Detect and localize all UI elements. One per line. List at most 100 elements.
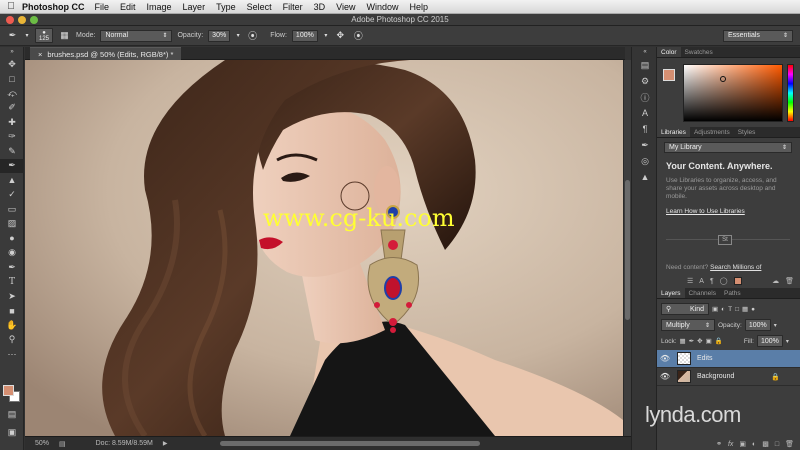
menu-help[interactable]: Help (409, 2, 428, 12)
tab-styles[interactable]: Styles (734, 127, 760, 137)
history-icon[interactable]: ▤ (632, 57, 658, 73)
quick-mask-icon[interactable]: ▤ (0, 407, 24, 422)
eye-icon[interactable]: 👁 (657, 372, 673, 381)
clone-source-icon[interactable]: ▲ (632, 169, 658, 185)
path-select-tool-icon[interactable]: ➤ (0, 289, 24, 304)
tab-color[interactable]: Color (657, 47, 681, 57)
pressure-size-icon[interactable]: ⦿ (352, 29, 365, 42)
adjustment-layer-icon[interactable]: ◐ (752, 441, 756, 448)
eraser-tool-icon[interactable]: ▭ (0, 202, 24, 217)
menu-file[interactable]: File (95, 2, 110, 12)
character-style-icon[interactable]: A (699, 278, 704, 285)
add-content-icon[interactable]: ☰ (687, 277, 693, 285)
foreground-color-swatch[interactable] (663, 69, 675, 81)
tab-libraries[interactable]: Libraries (657, 127, 690, 137)
stock-badge[interactable]: St (718, 235, 732, 245)
vertical-scrollbar[interactable] (623, 60, 631, 436)
lock-transparent-icon[interactable]: ▦ (680, 337, 686, 345)
document-canvas[interactable] (25, 60, 623, 436)
chevron-down-icon[interactable]: ▾ (786, 338, 789, 345)
type-tool-icon[interactable]: T (0, 275, 24, 290)
panel-collapse-icon[interactable]: » (0, 47, 24, 57)
flow-input[interactable]: 100% (291, 29, 318, 42)
shape-tool-icon[interactable]: ■ (0, 304, 24, 319)
layer-style-icon[interactable]: fx (728, 441, 733, 448)
filter-shape-icon[interactable]: □ (735, 306, 739, 313)
new-layer-icon[interactable]: □ (775, 441, 779, 448)
eye-icon[interactable]: 👁 (657, 354, 673, 363)
clone-stamp-tool-icon[interactable]: ▲ (0, 173, 24, 188)
menu-3d[interactable]: 3D (314, 2, 326, 12)
menu-select[interactable]: Select (247, 2, 272, 12)
filter-adjustment-icon[interactable]: ◐ (721, 306, 725, 313)
zoom-tool-icon[interactable]: ⚲ (0, 333, 24, 348)
layer-row-edits[interactable]: 👁 Edits (657, 350, 800, 368)
apple-icon[interactable]:  (0, 1, 22, 12)
sync-icon[interactable]: ☁ (772, 277, 779, 285)
chevron-down-icon[interactable]: ▾ (235, 29, 241, 42)
learn-libraries-link[interactable]: Learn How to Use Libraries (666, 208, 745, 215)
brush-presets-icon[interactable]: ✒ (632, 137, 658, 153)
healing-brush-tool-icon[interactable]: ✎ (0, 144, 24, 159)
arrow-right-icon[interactable]: ▶ (163, 440, 168, 447)
screen-mode-icon[interactable]: ▣ (0, 425, 24, 440)
blur-tool-icon[interactable]: ● (0, 231, 24, 246)
menu-window[interactable]: Window (366, 2, 398, 12)
export-icon[interactable]: ▤ (59, 440, 66, 448)
close-icon[interactable]: × (38, 50, 42, 59)
scrollbar-thumb[interactable] (625, 180, 630, 320)
more-tools-icon[interactable]: ⋯ (0, 347, 24, 362)
trash-icon[interactable]: 🗑 (785, 440, 794, 448)
layer-style-icon[interactable]: ◯ (720, 277, 728, 285)
link-layers-icon[interactable]: ⚭ (716, 440, 722, 448)
zoom-level[interactable]: 50% (25, 440, 55, 447)
trash-icon[interactable]: 🗑 (785, 277, 794, 285)
opacity-input[interactable]: 30% (208, 29, 231, 42)
mode-select[interactable]: Normal ⇕ (100, 29, 173, 42)
search-stock-link[interactable]: Search Millions of (710, 264, 761, 271)
close-window-button[interactable] (6, 16, 14, 24)
gradient-tool-icon[interactable]: ▨ (0, 217, 24, 232)
brushes-icon[interactable]: ◎ (632, 153, 658, 169)
quick-select-tool-icon[interactable]: ✐ (0, 101, 24, 116)
pen-tool-icon[interactable]: ✒ (0, 260, 24, 275)
app-menu[interactable]: Photoshop CC (22, 2, 85, 12)
lock-image-icon[interactable]: ✒ (689, 337, 694, 345)
document-tab[interactable]: × brushes.psd @ 50% (Edits, RGB/8*) * (30, 47, 182, 60)
marquee-tool-icon[interactable]: □ (0, 72, 24, 87)
tab-paths[interactable]: Paths (720, 288, 745, 298)
workspace-switcher[interactable]: Essentials ⇕ (723, 29, 793, 42)
properties-icon[interactable]: ⚙ (632, 73, 658, 89)
filter-toggle-icon[interactable]: ● (751, 306, 755, 313)
move-tool-icon[interactable]: ✥ (0, 57, 24, 72)
color-picker-ring[interactable] (720, 76, 726, 82)
menu-image[interactable]: Image (147, 2, 172, 12)
menu-view[interactable]: View (336, 2, 355, 12)
library-select[interactable]: My Library ⇕ (664, 142, 792, 153)
pressure-opacity-icon[interactable]: ⦿ (246, 29, 259, 42)
dodge-tool-icon[interactable]: ◉ (0, 246, 24, 261)
brush-tool-icon[interactable]: ✒ (0, 158, 24, 173)
group-folder-icon[interactable]: ▩ (762, 440, 769, 448)
eyedropper-tool-icon[interactable]: ✑ (0, 130, 24, 145)
tab-channels[interactable]: Channels (685, 288, 720, 298)
crop-tool-icon[interactable]: ✚ (0, 115, 24, 130)
zoom-window-button[interactable] (30, 16, 38, 24)
blend-mode-select[interactable]: Multiply ⇕ (661, 319, 715, 331)
chevron-down-icon[interactable]: ▾ (323, 29, 329, 42)
menu-layer[interactable]: Layer (183, 2, 206, 12)
minimize-window-button[interactable] (18, 16, 26, 24)
menu-edit[interactable]: Edit (120, 2, 136, 12)
tab-layers[interactable]: Layers (657, 288, 685, 298)
lock-position-icon[interactable]: ✥ (697, 337, 702, 345)
brush-preset-picker[interactable]: ● 125 (35, 28, 54, 43)
hue-slider[interactable] (787, 64, 794, 122)
filter-pixel-icon[interactable]: ▣ (712, 305, 718, 313)
layer-opacity-input[interactable]: 100% (744, 319, 771, 331)
chevron-down-icon[interactable]: ▾ (774, 322, 777, 329)
brush-panel-icon[interactable]: ▦ (58, 29, 71, 42)
layer-row-background[interactable]: 👁 Background 🔒 (657, 368, 800, 386)
tab-adjustments[interactable]: Adjustments (690, 127, 734, 137)
horizontal-scrollbar-thumb[interactable] (220, 441, 480, 446)
paragraph-style-icon[interactable]: ¶ (710, 278, 714, 285)
